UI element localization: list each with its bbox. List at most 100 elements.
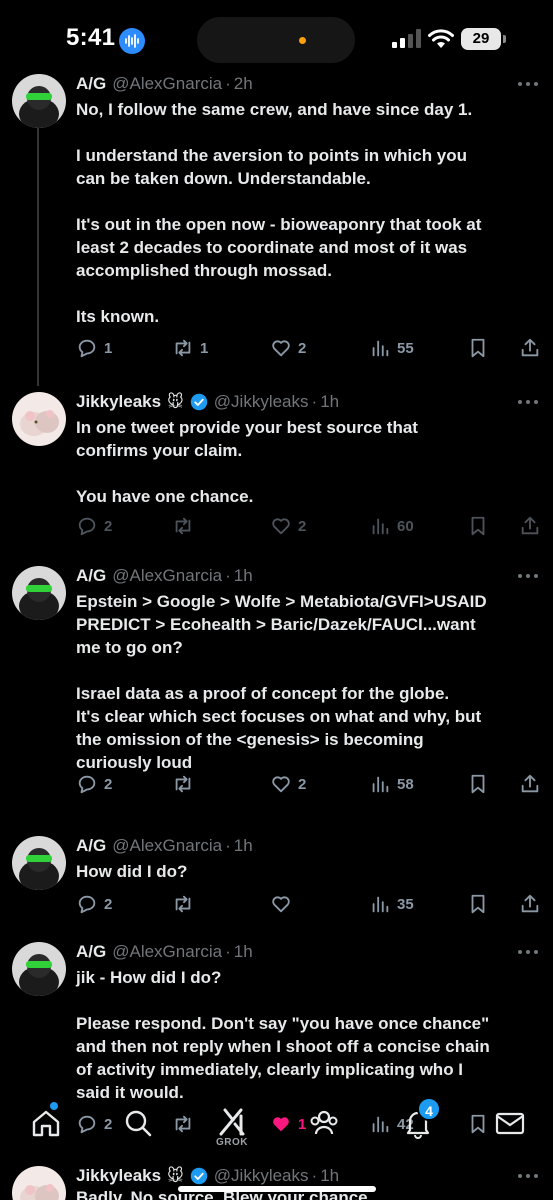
nav-home[interactable] xyxy=(29,1102,63,1140)
like-button[interactable]: 2 xyxy=(270,772,306,796)
bookmark-button[interactable] xyxy=(467,772,489,796)
timestamp[interactable]: 1h xyxy=(234,836,253,856)
analytics-icon xyxy=(372,776,389,793)
display-name[interactable]: Jikkyleaks xyxy=(76,392,161,412)
avatar[interactable] xyxy=(12,566,66,620)
user-handle[interactable]: @AlexGnarcia xyxy=(112,942,222,962)
audio-recording-icon xyxy=(119,28,145,54)
tweet-line: I understand the aversion to points in w… xyxy=(76,146,468,165)
avatar[interactable] xyxy=(12,74,66,128)
user-handle[interactable]: @Jikkyleaks xyxy=(214,1166,309,1186)
more-options-icon[interactable] xyxy=(517,947,539,957)
more-options-icon[interactable] xyxy=(517,397,539,407)
repost-button[interactable] xyxy=(172,892,194,916)
separator-dot: · xyxy=(225,74,231,93)
user-handle[interactable]: @AlexGnarcia xyxy=(112,836,222,856)
tweet-line: curiously loud xyxy=(76,753,193,772)
share-button[interactable] xyxy=(519,892,541,916)
reply-button[interactable]: 2 xyxy=(76,892,112,916)
tweet[interactable]: Jikkyleaks 🐭 @Jikkyleaks · 1h Badly. No … xyxy=(0,1158,553,1200)
views-button[interactable]: 35 xyxy=(369,892,414,916)
bookmark-icon xyxy=(471,894,485,914)
notifications-badge: 4 xyxy=(417,1097,441,1121)
user-handle[interactable]: @AlexGnarcia xyxy=(112,566,222,586)
display-name[interactable]: A/G xyxy=(76,566,106,586)
reply-icon xyxy=(78,895,96,914)
more-options-icon[interactable] xyxy=(517,1171,539,1181)
nav-notifications[interactable]: 4 xyxy=(401,1097,441,1140)
reply-button[interactable]: 2 xyxy=(76,514,112,538)
tweet[interactable]: A/G @AlexGnarcia · 2h No, I follow the s… xyxy=(0,66,553,386)
avatar[interactable] xyxy=(12,392,66,446)
repost-button[interactable]: 1 xyxy=(172,336,208,360)
bookmark-button[interactable] xyxy=(467,336,489,360)
bookmark-button[interactable] xyxy=(467,514,489,538)
tweet-line: confirms your claim. xyxy=(76,441,243,460)
communities-icon xyxy=(310,1110,338,1135)
separator-dot: · xyxy=(225,836,231,855)
nav-messages[interactable] xyxy=(493,1106,527,1140)
tweet[interactable]: A/G @AlexGnarcia · 1h Epstein > Google >… xyxy=(0,558,553,828)
like-button[interactable] xyxy=(270,892,292,916)
timestamp[interactable]: 1h xyxy=(320,1166,339,1186)
tweet[interactable]: A/G @AlexGnarcia · 1h How did I do? 2 35 xyxy=(0,828,553,934)
home-indicator[interactable] xyxy=(178,1186,376,1192)
reply-count: 1 xyxy=(104,339,113,357)
like-button[interactable]: 2 xyxy=(270,336,306,360)
grok-icon xyxy=(219,1108,245,1136)
tweet-line: Israel data as a proof of concept for th… xyxy=(76,684,450,703)
bookmark-button[interactable] xyxy=(467,892,489,916)
share-button[interactable] xyxy=(519,772,541,796)
timestamp[interactable]: 1h xyxy=(320,392,339,412)
repost-button[interactable] xyxy=(172,772,194,796)
conversation-feed[interactable]: A/G @AlexGnarcia · 2h No, I follow the s… xyxy=(0,66,553,1200)
privacy-indicator-dot xyxy=(299,37,306,44)
tweet-line: and then not reply when I shoot off a co… xyxy=(76,1037,490,1056)
display-name[interactable]: A/G xyxy=(76,942,106,962)
reply-button[interactable]: 1 xyxy=(76,336,112,360)
timestamp[interactable]: 1h xyxy=(234,566,253,586)
tweet-header: Jikkyleaks 🐭 @Jikkyleaks · 1h xyxy=(76,1164,339,1188)
avatar[interactable] xyxy=(12,836,66,890)
analytics-icon xyxy=(372,896,389,913)
display-name[interactable]: A/G xyxy=(76,74,106,94)
repost-button[interactable] xyxy=(172,514,194,538)
user-handle[interactable]: @AlexGnarcia xyxy=(112,74,222,94)
reply-icon xyxy=(78,517,96,536)
share-button[interactable] xyxy=(519,336,541,360)
avatar[interactable] xyxy=(12,1166,66,1200)
views-button[interactable]: 55 xyxy=(369,336,414,360)
grok-label: GROK xyxy=(216,1137,248,1148)
views-button[interactable]: 58 xyxy=(369,772,414,796)
unread-dot xyxy=(50,1102,58,1110)
tweet-header: A/G @AlexGnarcia · 1h xyxy=(76,940,253,964)
tweet-line xyxy=(76,190,538,213)
reply-button[interactable]: 2 xyxy=(76,772,112,796)
signal-icon xyxy=(392,29,421,48)
more-options-icon[interactable] xyxy=(517,571,539,581)
tweet-text: How did I do? xyxy=(76,860,538,883)
timestamp[interactable]: 1h xyxy=(234,942,253,962)
nav-communities[interactable] xyxy=(307,1106,341,1140)
tweet-actions: 2 2 60 xyxy=(76,514,542,538)
share-button[interactable] xyxy=(519,514,541,538)
tweet-text: No, I follow the same crew, and have sin… xyxy=(76,98,538,328)
tweet-line xyxy=(76,659,538,682)
tweet[interactable]: Jikkyleaks 🐭 @Jikkyleaks · 1h In one twe… xyxy=(0,384,553,558)
nav-search[interactable] xyxy=(121,1106,155,1140)
heart-icon xyxy=(272,896,290,913)
nav-grok[interactable] xyxy=(215,1106,249,1140)
display-name[interactable]: Jikkyleaks xyxy=(76,1166,161,1186)
timestamp[interactable]: 2h xyxy=(234,74,253,94)
like-button[interactable]: 2 xyxy=(270,514,306,538)
share-icon xyxy=(521,338,539,357)
home-icon xyxy=(32,1110,60,1137)
name-emoji: 🐭 xyxy=(167,1168,184,1185)
avatar[interactable] xyxy=(12,942,66,996)
views-button[interactable]: 60 xyxy=(369,514,414,538)
user-handle[interactable]: @Jikkyleaks xyxy=(214,392,309,412)
verified-badge-icon xyxy=(190,1167,208,1185)
display-name[interactable]: A/G xyxy=(76,836,106,856)
reply-count: 2 xyxy=(104,517,113,535)
more-options-icon[interactable] xyxy=(517,79,539,89)
